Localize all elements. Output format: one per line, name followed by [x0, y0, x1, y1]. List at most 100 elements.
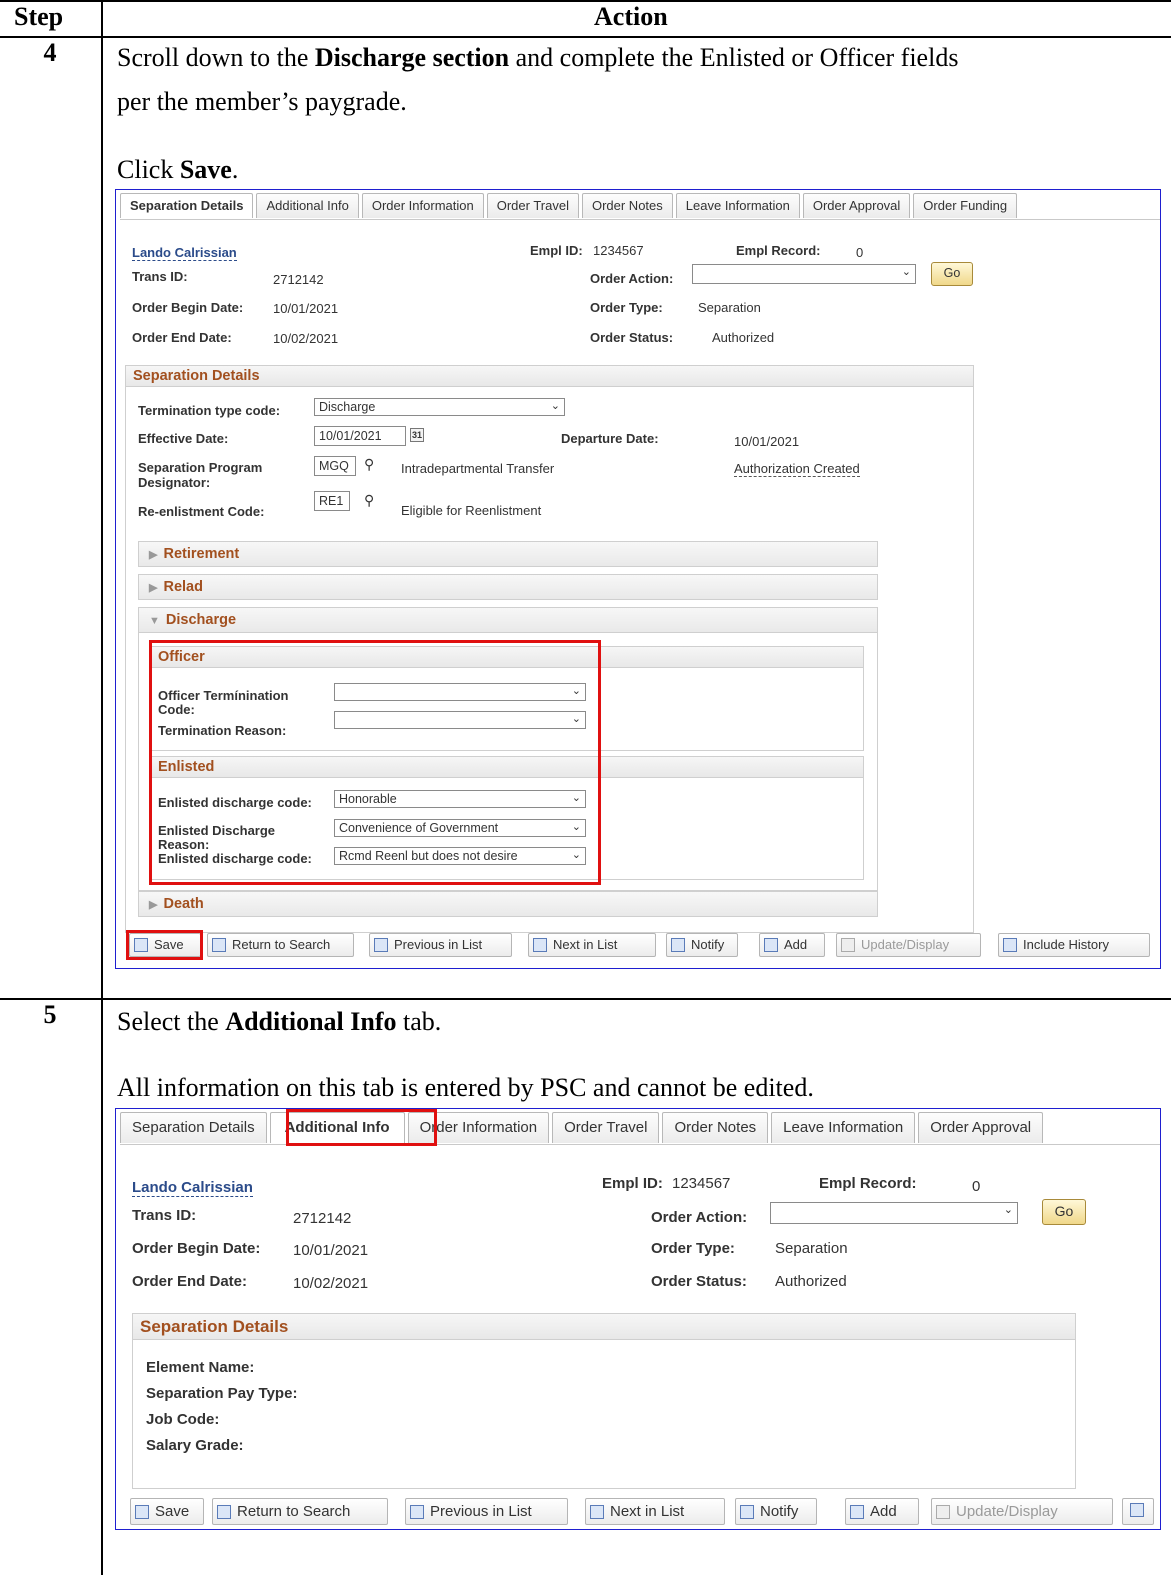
- order-begin-value: 10/01/2021: [293, 1242, 369, 1259]
- order-action-select[interactable]: ⌄: [770, 1202, 1018, 1224]
- include-history-icon: [1130, 1503, 1144, 1517]
- empl-id-value: 1234567: [593, 243, 644, 258]
- screenshot-additional-info: Separation Details Additional Info Order…: [115, 1108, 1161, 1530]
- trans-id-label: Trans ID:: [132, 1207, 197, 1224]
- screenshot-separation-details: Separation Details Additional Info Order…: [115, 189, 1161, 969]
- tab-order-funding[interactable]: Order Funding: [913, 193, 1018, 218]
- death-collapsible[interactable]: ▶ Death: [138, 891, 878, 917]
- separation-pay-type-label: Separation Pay Type:: [146, 1385, 298, 1402]
- notify-button[interactable]: Notify: [735, 1498, 817, 1525]
- add-button[interactable]: Add: [845, 1498, 919, 1525]
- tab-separation-details[interactable]: Separation Details: [120, 1112, 267, 1143]
- previous-in-list-button[interactable]: Previous in List: [369, 933, 512, 957]
- tab-bar: Separation Details Additional Info Order…: [120, 193, 1160, 220]
- tab-leave-information[interactable]: Leave Information: [771, 1112, 916, 1143]
- tab-leave-information[interactable]: Leave Information: [675, 193, 800, 218]
- separation-program-label: Separation Program: [138, 460, 263, 475]
- include-history-button[interactable]: Include History: [998, 933, 1150, 957]
- step-number-4: 4: [43, 38, 57, 67]
- include-history-button[interactable]: [1122, 1498, 1154, 1525]
- next-icon: [533, 938, 547, 952]
- tab-additional-info[interactable]: Additional Info: [256, 193, 359, 218]
- notify-icon: [740, 1505, 754, 1519]
- update-display-button[interactable]: Update/Display: [836, 933, 981, 957]
- relad-collapsible[interactable]: ▶ Relad: [138, 574, 878, 600]
- order-begin-label: Order Begin Date:: [132, 1240, 261, 1257]
- include-history-icon: [1003, 938, 1017, 952]
- step4-click-save: Click Save.: [117, 155, 239, 184]
- table-top-border: [0, 0, 1171, 2]
- order-end-label: Order End Date:: [132, 1273, 248, 1290]
- return-to-search-button[interactable]: Return to Search: [207, 933, 354, 957]
- triangle-right-icon: ▶: [149, 582, 158, 594]
- table-row-border: [0, 998, 1171, 1000]
- termination-type-select[interactable]: Discharge ⌄: [314, 398, 565, 416]
- authorization-created-link[interactable]: Authorization Created: [734, 461, 860, 477]
- go-button[interactable]: Go: [1042, 1199, 1086, 1225]
- step5-text-line2: All information on this tab is entered b…: [117, 1073, 814, 1102]
- calendar-icon[interactable]: 31: [410, 428, 424, 442]
- tab-separation-details[interactable]: Separation Details: [120, 193, 254, 218]
- previous-in-list-button[interactable]: Previous in List: [405, 1498, 568, 1525]
- notify-icon: [671, 938, 685, 952]
- order-begin-value: 10/01/2021: [273, 301, 339, 316]
- order-action-select[interactable]: ⌄: [692, 264, 916, 284]
- step4-text-line2: per the member’s paygrade.: [117, 87, 407, 116]
- retirement-collapsible[interactable]: ▶ Retirement: [138, 541, 878, 567]
- effective-date-input[interactable]: 10/01/2021: [314, 426, 406, 446]
- return-to-search-icon: [217, 1505, 231, 1519]
- update-display-button[interactable]: Update/Display: [931, 1498, 1113, 1525]
- next-icon: [590, 1505, 604, 1519]
- order-type-value: Separation: [775, 1240, 848, 1257]
- search-icon[interactable]: ⚲: [364, 492, 374, 509]
- next-in-list-button[interactable]: Next in List: [585, 1498, 725, 1525]
- notify-button[interactable]: Notify: [666, 933, 738, 957]
- tab-bar: Separation Details Additional Info Order…: [120, 1112, 1160, 1145]
- effective-date-label: Effective Date:: [138, 431, 229, 446]
- tab-order-approval[interactable]: Order Approval: [918, 1112, 1044, 1143]
- previous-icon: [410, 1505, 424, 1519]
- tab-order-approval[interactable]: Order Approval: [802, 193, 911, 218]
- tab-order-travel[interactable]: Order Travel: [486, 193, 579, 218]
- chevron-down-icon: ⌄: [901, 266, 911, 278]
- table-header-border: [0, 36, 1171, 38]
- trans-id-value: 2712142: [293, 1210, 352, 1227]
- step5-text-line1: Select the Additional Info tab.: [117, 1007, 442, 1036]
- employee-name-link[interactable]: Lando Calrissian: [132, 245, 237, 261]
- tab-order-information[interactable]: Order Information: [361, 193, 484, 218]
- element-name-label: Element Name:: [146, 1359, 255, 1376]
- return-to-search-icon: [212, 938, 226, 952]
- employee-name-link[interactable]: Lando Calrissian: [132, 1179, 253, 1197]
- empl-record-label: Empl Record:: [736, 243, 821, 258]
- highlight-box-additional-info-tab: [286, 1109, 437, 1146]
- order-end-value: 10/02/2021: [293, 1275, 369, 1292]
- reenlistment-code-input[interactable]: RE1: [314, 491, 350, 511]
- tab-order-notes[interactable]: Order Notes: [581, 193, 673, 218]
- empl-id-label: Empl ID:: [530, 243, 583, 258]
- triangle-right-icon: ▶: [149, 549, 158, 561]
- next-in-list-button[interactable]: Next in List: [528, 933, 656, 957]
- order-status-label: Order Status:: [590, 330, 674, 345]
- empl-id-label: Empl ID:: [602, 1175, 663, 1192]
- job-code-label: Job Code:: [146, 1411, 220, 1428]
- empl-record-value: 0: [972, 1178, 981, 1195]
- departure-date-value: 10/01/2021: [734, 434, 800, 449]
- separation-program-input[interactable]: MGQ: [314, 456, 356, 476]
- empl-id-value: 1234567: [672, 1175, 731, 1192]
- separation-details-header: Separation Details: [125, 365, 974, 387]
- tab-order-notes[interactable]: Order Notes: [662, 1112, 769, 1143]
- discharge-collapsible[interactable]: ▼ Discharge: [138, 607, 878, 633]
- highlight-box-save: [126, 930, 203, 960]
- order-status-value: Authorized: [775, 1273, 847, 1290]
- add-button[interactable]: Add: [759, 933, 825, 957]
- trans-id-label: Trans ID:: [132, 269, 188, 284]
- table-column-divider: [101, 0, 103, 1575]
- return-to-search-button[interactable]: Return to Search: [212, 1498, 388, 1525]
- separation-program-label-2: Designator:: [138, 475, 211, 490]
- save-button[interactable]: Save: [130, 1498, 204, 1525]
- instruction-document: Step Action 4 Scroll down to the Dischar…: [0, 0, 1171, 1575]
- chevron-down-icon: ⌄: [1003, 1204, 1013, 1216]
- go-button[interactable]: Go: [931, 262, 973, 286]
- tab-order-travel[interactable]: Order Travel: [552, 1112, 660, 1143]
- search-icon[interactable]: ⚲: [364, 456, 374, 473]
